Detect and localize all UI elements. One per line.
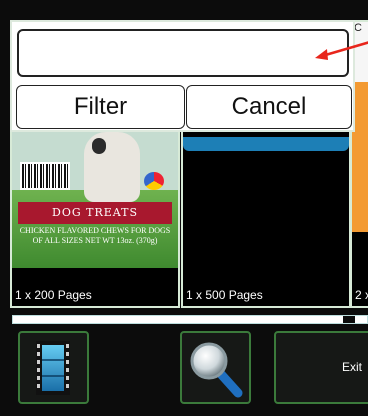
product-ribbon: DOG TREATS <box>18 202 172 224</box>
progress-bar <box>12 315 368 324</box>
card-caption: 1 x 200 Pages <box>15 288 92 302</box>
barcode-icon <box>20 162 70 190</box>
filter-dialog: Filter Cancel <box>10 20 355 132</box>
progress-fill <box>13 316 332 323</box>
magnifier-icon <box>190 342 243 398</box>
annotation-arrow-icon <box>315 41 368 60</box>
cancel-button[interactable]: Cancel <box>186 85 352 129</box>
exit-button[interactable]: Exit <box>274 331 368 404</box>
film-strip-icon <box>36 341 70 395</box>
product-subtitle: CHICKEN FLAVORED CHEWS FOR DOGS OF ALL S… <box>19 226 171 245</box>
film-button[interactable] <box>18 331 89 404</box>
ribbon-text: DOG TREATS <box>52 206 138 219</box>
exit-label: Exit <box>342 360 363 374</box>
filter-text-input[interactable] <box>17 29 349 77</box>
card-caption: 2 x <box>355 288 368 302</box>
search-button[interactable] <box>180 331 251 404</box>
filter-button[interactable]: Filter <box>16 85 185 129</box>
product-image: DOG TREATS CHICKEN FLAVORED CHEWS FOR DO… <box>12 132 178 268</box>
card-caption: 1 x 500 Pages <box>186 288 263 302</box>
color-logo-icon <box>144 172 164 190</box>
card-top-letter: C <box>354 22 362 34</box>
product-image <box>183 137 349 151</box>
